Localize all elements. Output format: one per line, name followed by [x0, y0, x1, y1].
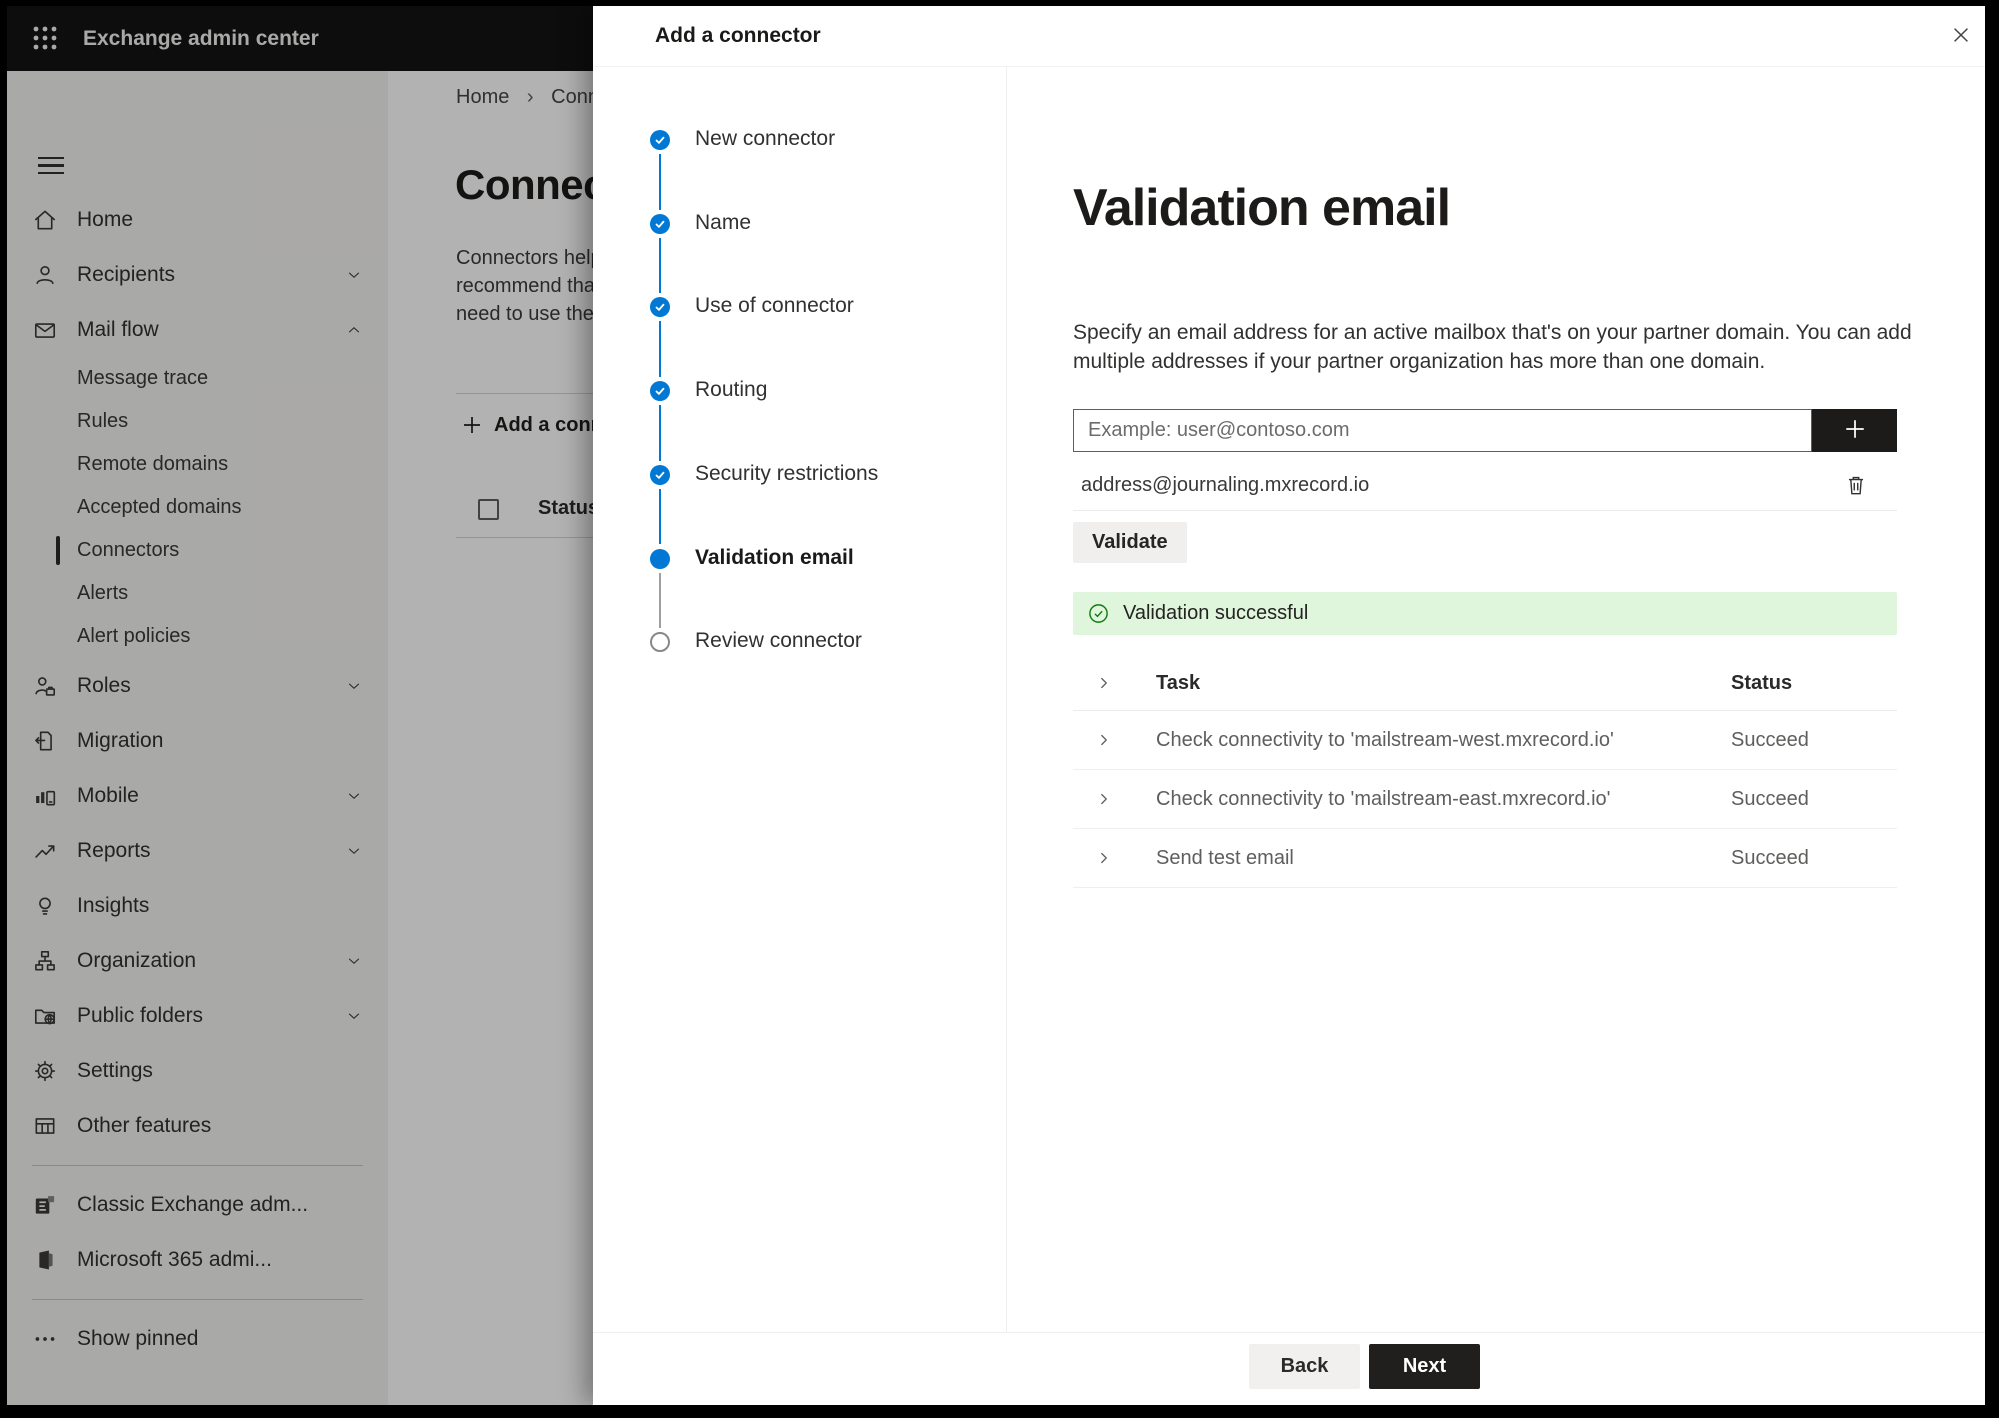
step-connector-line [659, 488, 661, 545]
add-connector-dialog: Add a connector New connector Name Use of … [593, 6, 1985, 1405]
step-label-validation-email[interactable]: Validation email [695, 546, 854, 570]
email-address-input[interactable] [1073, 409, 1812, 452]
expand-row-chevron-icon[interactable] [1095, 790, 1113, 808]
check-icon [655, 304, 665, 312]
step-connector-line [659, 405, 661, 461]
app-window: Exchange admin center Home Recipients Mail… [7, 6, 1985, 1405]
step-circle-current [650, 548, 670, 569]
step-circle-done [650, 381, 670, 402]
screenshot: { "topbar": { "title": "Exchange admin c… [0, 0, 1999, 1418]
step-label-security-restrictions[interactable]: Security restrictions [695, 462, 878, 486]
expand-row-chevron-icon[interactable] [1095, 731, 1113, 749]
step-description: Specify an email address for an active m… [1073, 318, 1912, 376]
description-line: multiple addresses if your partner organ… [1073, 350, 1766, 373]
chevron-right-icon [1101, 793, 1107, 805]
status-cell: Succeed [1731, 787, 1809, 810]
step-circle-upcoming [650, 632, 670, 653]
validation-results-table: Task Status Check connectivity to 'mailstr… [1073, 656, 1897, 888]
step-connector-line [659, 154, 661, 210]
step-connector-line [659, 237, 661, 294]
step-circle-done [650, 464, 670, 485]
validation-success-banner: Validation successful [1073, 592, 1897, 635]
chevron-right-icon [1101, 677, 1107, 689]
check-icon [655, 471, 665, 479]
step-label-name[interactable]: Name [695, 211, 751, 235]
step-label-new-connector[interactable]: New connector [695, 127, 835, 151]
task-column-header: Task [1156, 671, 1201, 694]
added-address-row: address@journaling.mxrecord.io [1073, 464, 1897, 506]
validate-button[interactable]: Validate [1073, 522, 1187, 563]
description-line: Specify an email address for an active m… [1073, 321, 1912, 344]
chevron-right-icon [1101, 734, 1107, 746]
task-cell: Check connectivity to 'mailstream-east.m… [1156, 787, 1611, 810]
expand-row-chevron-icon[interactable] [1095, 849, 1113, 867]
step-connector-line [659, 321, 661, 378]
status-column-header: Status [1731, 671, 1793, 694]
check-icon [655, 387, 665, 395]
step-label-use-of-connector[interactable]: Use of connector [695, 294, 854, 318]
validation-email-panel: Validation email Specify an email addres… [1073, 6, 1912, 1332]
task-cell: Send test email [1156, 846, 1294, 869]
check-icon [655, 136, 665, 144]
divider [1073, 510, 1897, 511]
step-circle-done [650, 297, 670, 318]
close-icon[interactable] [1941, 16, 1981, 56]
step-label-routing[interactable]: Routing [695, 378, 767, 402]
added-address: address@journaling.mxrecord.io [1081, 474, 1370, 496]
panel-divider [1006, 66, 1007, 1332]
next-button[interactable]: Next [1369, 1344, 1480, 1389]
check-icon [655, 220, 665, 228]
step-label-review-connector[interactable]: Review connector [695, 629, 862, 653]
step-connector-line [659, 572, 661, 629]
step-circle-done [650, 213, 670, 234]
add-email-button[interactable] [1812, 409, 1897, 452]
plus-icon [1845, 420, 1864, 438]
success-message: Validation successful [1123, 602, 1309, 624]
delete-address-trash-icon[interactable] [1837, 471, 1867, 501]
table-row: Check connectivity to 'mailstream-east.m… [1073, 770, 1897, 829]
status-cell: Succeed [1731, 846, 1809, 869]
dialog-title: Add a connector [655, 24, 821, 47]
table-row: Send test email Succeed [1073, 829, 1897, 888]
step-heading: Validation email [1073, 179, 1451, 237]
wizard-steps: New connector Name Use of connector Routing… [593, 66, 1006, 1332]
step-circle-done [650, 130, 670, 150]
table-row: Check connectivity to 'mailstream-west.m… [1073, 711, 1897, 770]
chevron-right-icon [1101, 852, 1107, 864]
chevron-right-icon[interactable] [1095, 674, 1113, 692]
table-header-row: Task Status [1073, 656, 1897, 711]
back-button[interactable]: Back [1249, 1344, 1360, 1389]
modal-scrim [7, 6, 593, 1405]
success-check-icon [1089, 604, 1108, 623]
status-cell: Succeed [1731, 728, 1809, 751]
task-cell: Check connectivity to 'mailstream-west.m… [1156, 728, 1614, 751]
footer-divider [593, 1332, 1985, 1333]
